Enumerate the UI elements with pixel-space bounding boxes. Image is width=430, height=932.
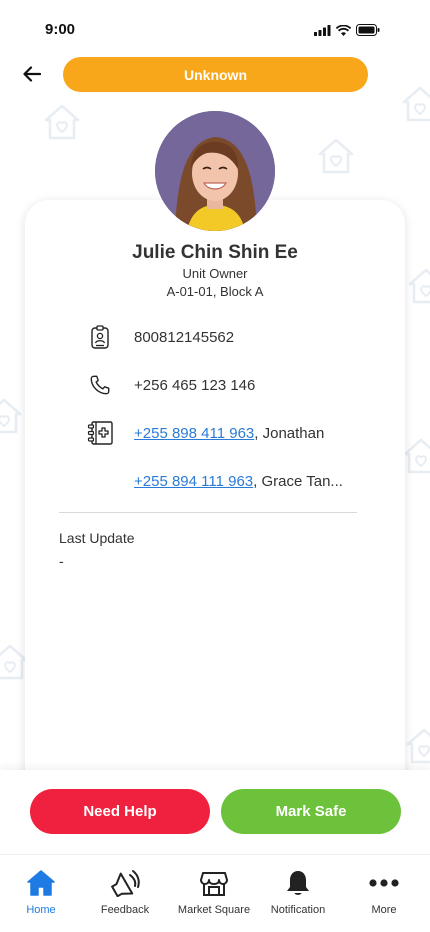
tab-home[interactable]: Home: [0, 867, 84, 927]
person-unit: A-01-01, Block A: [166, 284, 264, 299]
emergency-contact-name: , Grace Tan...: [253, 472, 343, 490]
emergency-contact-row-2: +255 894 111 963, Grace Tan...: [85, 467, 375, 495]
home-icon: [26, 867, 56, 899]
megaphone-icon: [109, 867, 141, 899]
tab-more[interactable]: More: [341, 867, 427, 927]
status-bar: 9:00: [0, 0, 430, 56]
phone-row: +256 465 123 146: [85, 371, 375, 399]
status-icons: [314, 24, 380, 36]
action-bar: Need Help Mark Safe: [0, 770, 430, 854]
profile-photo: [155, 111, 275, 231]
tab-feedback[interactable]: Feedback: [82, 867, 168, 927]
avatar: [155, 111, 275, 231]
safety-status-badge: Unknown: [63, 57, 368, 92]
more-icon: [369, 867, 399, 899]
signal-icon: [314, 24, 331, 36]
arrow-left-icon: [23, 66, 41, 82]
back-button[interactable]: [18, 62, 46, 86]
emergency-contact-phone-link[interactable]: +255 898 411 963: [134, 425, 254, 442]
last-update-value: -: [59, 553, 64, 569]
profile-card: Julie Chin Shin Ee Unit Owner A-01-01, B…: [25, 200, 405, 800]
id-number-row: 800812145562: [85, 323, 375, 351]
tab-label: More: [371, 904, 397, 916]
wifi-icon: [336, 24, 351, 36]
divider: [59, 512, 357, 513]
battery-icon: [356, 24, 380, 36]
tab-label: Notification: [270, 904, 326, 916]
id-badge-icon: [85, 323, 115, 351]
phone-value: +256 465 123 146: [134, 376, 256, 394]
medical-contacts-icon: [85, 419, 115, 447]
emergency-contact-name: , Jonathan: [254, 424, 325, 442]
tab-label: Home: [26, 904, 56, 916]
phone-icon: [85, 371, 115, 399]
tab-label: Market Square: [177, 904, 251, 916]
mark-safe-button[interactable]: Mark Safe: [221, 789, 401, 834]
id-number-value: 800812145562: [134, 328, 235, 346]
person-role: Unit Owner: [182, 266, 248, 281]
last-update-label: Last Update: [59, 530, 135, 546]
bottom-tab-bar: Home Feedback Market Square Notification…: [0, 854, 430, 932]
need-help-button[interactable]: Need Help: [30, 789, 210, 834]
status-time: 9:00: [45, 21, 76, 38]
tab-notification[interactable]: Notification: [255, 867, 341, 927]
tab-label: Feedback: [100, 904, 150, 916]
bell-icon: [285, 867, 311, 899]
emergency-contact-phone-link[interactable]: +255 894 111 963: [134, 473, 253, 490]
person-name: Julie Chin Shin Ee: [132, 242, 298, 263]
tab-market-square[interactable]: Market Square: [171, 867, 257, 927]
store-icon: [200, 867, 228, 899]
emergency-contact-row-1: +255 898 411 963, Jonathan: [85, 419, 375, 447]
